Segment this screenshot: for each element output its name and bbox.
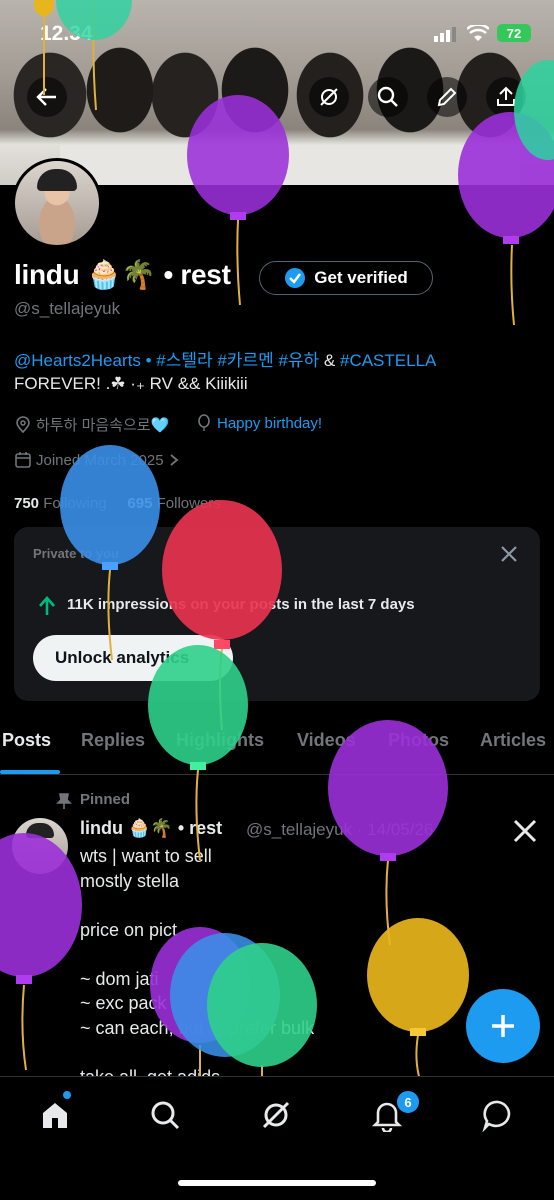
profile-location: 하투하 마음속으로🩵 (14, 414, 169, 435)
follow-counts: 750 Following 695 Followers (14, 495, 221, 512)
post-handle-date: @s_tellajeyuk · 14/05/26 (246, 820, 434, 839)
search-icon (151, 1101, 180, 1130)
signal-icon (434, 26, 460, 47)
impressions-text: 11K impressions on your posts in the las… (67, 596, 415, 613)
followers-link[interactable]: 695 Followers (127, 495, 220, 512)
dismiss-card-button[interactable] (498, 543, 520, 570)
verified-badge-icon (285, 268, 306, 288)
search-button[interactable] (368, 77, 408, 117)
arrow-up-icon (36, 595, 58, 622)
active-tab-indicator (0, 770, 60, 774)
nav-grok-button[interactable] (256, 1095, 296, 1135)
pin-icon (56, 792, 72, 815)
plus-icon (492, 1015, 514, 1037)
compose-post-button[interactable] (466, 989, 540, 1063)
get-verified-button[interactable]: Get verified (259, 261, 433, 295)
notifications-badge: 6 (395, 1089, 421, 1115)
post-author-name[interactable]: lindu 🧁🌴 • rest (80, 818, 222, 839)
analytics-card: Private to you 11K impressions on your p… (14, 527, 540, 701)
x-logo-icon (512, 818, 538, 849)
tab-articles[interactable]: Articles (480, 730, 546, 751)
status-time: 12.34 (40, 22, 93, 45)
balloon-icon (198, 414, 210, 431)
profile-tabs: Posts Replies Highlights Videos Photos A… (0, 724, 554, 775)
private-label: Private to you (33, 546, 119, 561)
unlock-analytics-button[interactable]: Unlock analytics (33, 635, 233, 681)
tab-highlights[interactable]: Highlights (176, 730, 264, 751)
following-link[interactable]: 750 Following (14, 495, 107, 512)
close-icon (501, 546, 517, 562)
grok-icon (262, 1101, 290, 1129)
grok-icon (320, 88, 338, 106)
pinned-label: Pinned (80, 791, 131, 808)
tab-replies[interactable]: Replies (81, 730, 145, 751)
home-indicator (178, 1180, 376, 1186)
profile-joined[interactable]: Joined March 2025 (14, 451, 180, 469)
share-icon (497, 86, 515, 106)
bio-line-1: @Hearts2Hearts • #스텔라 #카르멘 #유하 & #CASTEL… (14, 346, 436, 371)
chevron-right-icon (170, 454, 178, 466)
tab-posts[interactable]: Posts (2, 730, 51, 751)
home-unread-dot (63, 1091, 71, 1099)
banner-table (60, 145, 520, 185)
location-pin-icon (16, 415, 30, 433)
back-button[interactable] (27, 77, 67, 117)
wifi-icon (466, 23, 490, 48)
profile-handle: @s_tellajeyuk (14, 299, 121, 318)
bio-mention-link[interactable]: @Hearts2Hearts (14, 351, 141, 370)
share-button[interactable] (486, 77, 526, 117)
bio-castella-link[interactable]: #CASTELLA (340, 351, 436, 370)
post-text: wts | want to sell mostly stella price o… (80, 846, 315, 1087)
search-icon (377, 86, 398, 107)
profile-birthday: Happy birthday! (195, 414, 322, 432)
nav-home-button[interactable] (35, 1095, 75, 1135)
nav-messages-button[interactable] (478, 1095, 518, 1135)
profile-avatar[interactable] (12, 158, 102, 248)
joined-text: Joined March 2025 (36, 451, 164, 469)
back-arrow-icon (36, 88, 56, 106)
grok-button[interactable] (309, 77, 349, 117)
bio-hashtags[interactable]: • #스텔라 #카르멘 #유하 (141, 351, 320, 370)
chat-bubble-icon (482, 1100, 511, 1132)
bio-ampersand: & (319, 351, 340, 370)
calendar-icon (15, 452, 31, 468)
tab-photos[interactable]: Photos (388, 730, 449, 751)
get-verified-label: Get verified (314, 268, 408, 287)
balloon (367, 918, 469, 1081)
edit-button[interactable] (427, 77, 467, 117)
home-icon (43, 1103, 67, 1128)
nav-search-button[interactable] (145, 1095, 185, 1135)
bio-line-2: FOREVER! .☘ ·₊ RV && Kiiikiii (14, 374, 248, 393)
status-bar: 12.34 72 (0, 0, 554, 60)
birthday-link[interactable]: Happy birthday! (217, 415, 322, 432)
battery-icon: 72 (497, 24, 531, 42)
pencil-icon (437, 87, 457, 107)
profile-display-name: lindu 🧁🌴 • rest (14, 259, 231, 290)
location-text: 하투하 마음속으로🩵 (36, 417, 170, 434)
post-author-avatar[interactable] (12, 818, 68, 874)
tab-videos[interactable]: Videos (297, 730, 356, 751)
